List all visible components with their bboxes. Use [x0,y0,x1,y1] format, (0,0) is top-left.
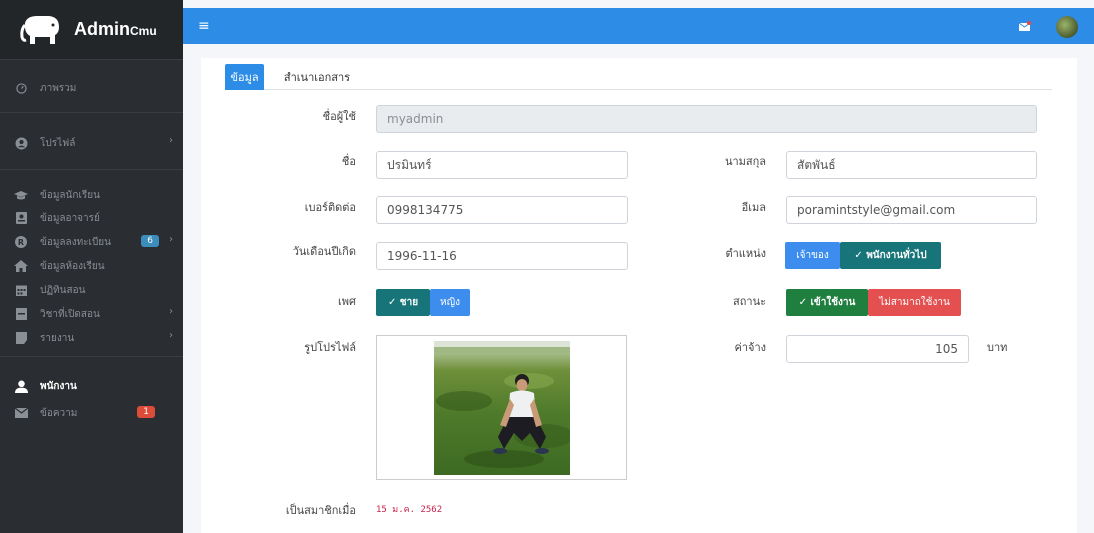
sidebar-item-label: ข้อมูลอาจารย์ [40,212,100,224]
sidebar-item-label: ข้อมูลลงทะเบียน [40,236,111,248]
phone-field[interactable]: 0998134775 [376,196,628,224]
user-circle-icon [14,136,28,150]
username-label: ชื่อผู้ใช้ [322,110,356,123]
member-since-value: 15 ม.ค. 2562 [376,505,443,515]
menu-toggle-icon[interactable]: ≡ [198,18,210,34]
status-label: สถานะ [733,295,766,308]
photo-label: รูปโปรไฟล์ [304,341,356,354]
chevron-right-icon: › [169,330,173,341]
gender-label: เพศ [338,295,356,308]
email-field[interactable]: poramintstyle@gmail.com [786,196,1037,224]
sidebar-item-teachers[interactable]: ข้อมูลอาจารย์ [0,207,183,229]
profile-card: ข้อมูล สำเนาเอกสาร ชื่อผู้ใช้ myadmin ชื… [201,58,1077,533]
position-staff-button[interactable]: ✓ พนักงานทั่วไป [840,242,941,269]
chevron-right-icon: › [169,306,173,317]
sidebar-item-label: ข้อมูลนักเรียน [40,189,100,201]
sidebar-item-registration[interactable]: R ข้อมูลลงทะเบียน 6 › [0,231,183,253]
profile-photo [434,341,570,475]
gender-male-button[interactable]: ✓ ชาย [376,289,430,316]
firstname-label: ชื่อ [341,155,356,168]
sidebar-item-label: รายงาน [40,332,75,344]
sidebar-divider [0,112,183,113]
dashboard-icon [14,81,28,95]
sidebar-item-courses[interactable]: วิชาที่เปิดสอน › [0,303,183,325]
home-icon [14,259,28,273]
firstname-field[interactable]: ปรมินทร์ [376,151,628,179]
sidebar-item-label: ข้อความ [40,407,78,419]
sidebar-item-reports[interactable]: รายงาน › [0,327,183,349]
chevron-right-icon: › [169,135,173,146]
sidebar-item-label: โปรไฟล์ [40,137,76,149]
tab-bar: ข้อมูล สำเนาเอกสาร [225,64,1052,90]
position-label: ตำแหน่ง [725,247,766,260]
user-icon [14,379,28,393]
phone-label: เบอร์ติดต่อ [304,201,356,214]
sidebar-item-students[interactable]: ข้อมูลนักเรียน [0,184,183,206]
brand[interactable]: AdminCmu [0,0,183,60]
tab-info[interactable]: ข้อมูล [225,64,264,90]
wage-label: ค่าจ้าง [734,341,766,354]
status-active-button[interactable]: ✓ เข้าใช้งาน [786,289,868,316]
id-card-icon [14,211,28,225]
avatar[interactable] [1056,16,1078,38]
sidebar-divider [0,169,183,170]
sidebar-item-staff[interactable]: พนักงาน [0,375,183,397]
svg-text:R: R [18,238,24,247]
sidebar: AdminCmu ภาพรวม โปรไฟล์ › ข้อมูลนักเรียน… [0,0,183,533]
count-badge: 1 [137,406,155,418]
sidebar-item-calendar[interactable]: ปฏิทินสอน [0,279,183,301]
birthdate-field[interactable]: 1996-11-16 [376,242,628,270]
sidebar-item-label: พนักงาน [40,380,77,392]
profile-photo-frame[interactable] [376,335,627,480]
email-label: อีเมล [741,201,766,214]
sidebar-item-label: ภาพรวม [40,82,77,94]
sidebar-item-label: วิชาที่เปิดสอน [40,308,100,320]
brand-name: Admin [74,19,130,39]
graduation-cap-icon [14,188,28,202]
lastname-field[interactable]: สัตพันธ์ [786,151,1037,179]
sidebar-item-profile[interactable]: โปรไฟล์ › [0,132,183,154]
wage-field[interactable]: 105 [786,335,969,363]
chevron-right-icon: › [169,234,173,245]
birthdate-label: วันเดือนปีเกิด [292,245,356,258]
sidebar-item-classrooms[interactable]: ข้อมูลห้องเรียน [0,255,183,277]
sidebar-item-overview[interactable]: ภาพรวม [0,77,183,99]
count-badge: 6 [141,235,159,247]
position-owner-button[interactable]: เจ้าของ [785,242,840,269]
book-icon [14,307,28,321]
sidebar-divider [0,356,183,357]
username-field[interactable]: myadmin [376,105,1037,133]
wage-unit: บาท [987,341,1008,354]
brand-suffix: Cmu [130,24,157,38]
lastname-label: นามสกุล [724,155,766,168]
file-icon [14,331,28,345]
elephant-logo-icon [18,11,64,49]
envelope-icon [14,406,28,420]
registered-icon: R [14,235,28,249]
sidebar-item-label: ข้อมูลห้องเรียน [40,260,105,272]
top-navbar: ≡ [183,8,1094,44]
notification-mail-icon[interactable] [1018,21,1031,35]
member-since-label: เป็นสมาชิกเมื่อ [285,504,356,517]
sidebar-item-label: ปฏิทินสอน [40,284,86,296]
status-inactive-button[interactable]: ไม่สามาถใช้งาน [868,289,961,316]
tab-documents[interactable]: สำเนาเอกสาร [277,64,357,90]
calendar-icon [14,283,28,297]
gender-female-button[interactable]: หญิง [430,289,470,316]
sidebar-item-messages[interactable]: ข้อความ 1 [0,402,183,424]
